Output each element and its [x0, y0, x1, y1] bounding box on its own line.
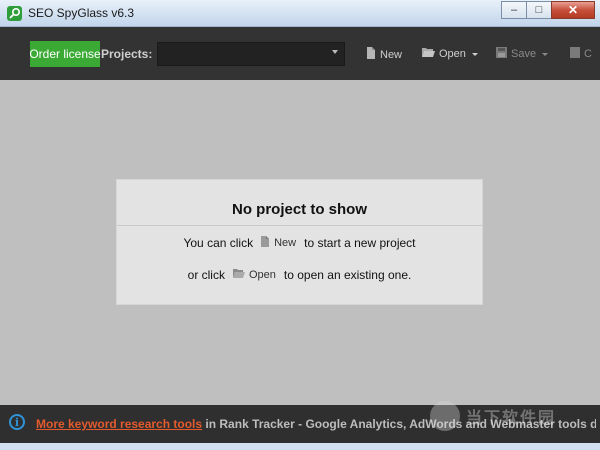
folder-open-icon [422, 47, 435, 61]
empty-state-line-open: or click Open to open an existing one. [117, 268, 482, 282]
inline-open-label: Open [248, 269, 276, 281]
window-bottom-border [0, 443, 600, 450]
inline-open-button[interactable]: Open [232, 268, 276, 282]
title-bar: SEO SpyGlass v6.3 – □ ✕ [0, 0, 600, 27]
divider [117, 225, 482, 226]
close-project-label: C [584, 48, 592, 60]
new-button-label: New [380, 48, 403, 61]
watermark-circle-icon [430, 401, 460, 431]
window-title: SEO SpyGlass v6.3 [28, 6, 135, 20]
close-button[interactable]: ✕ [551, 1, 595, 19]
inline-new-button[interactable]: New [261, 236, 296, 250]
chevron-down-icon [332, 50, 338, 54]
line2-prefix: or click [187, 268, 225, 282]
info-icon: i [9, 414, 25, 430]
inline-new-label: New [274, 237, 297, 249]
new-project-button[interactable]: New [366, 47, 402, 62]
save-button-label: Save [511, 48, 537, 60]
empty-state-panel: No project to show You can click New to … [117, 180, 482, 304]
window-controls: – □ ✕ [501, 1, 595, 20]
save-project-button[interactable]: Save [496, 47, 549, 61]
projects-dropdown[interactable] [157, 42, 345, 66]
close-project-button[interactable]: C [570, 47, 592, 61]
watermark-text: 当下软件园 [466, 410, 557, 427]
app-logo-icon [7, 6, 22, 21]
minimize-button[interactable]: – [501, 1, 527, 19]
empty-state-line-new: You can click New to start a new project [117, 236, 482, 250]
open-button-label: Open [439, 48, 466, 60]
empty-state-title: No project to show [232, 201, 367, 218]
watermark-logo: 当下软件园 [430, 395, 580, 437]
order-license-button[interactable]: Order license [29, 41, 101, 67]
line1-suffix: to start a new project [304, 236, 416, 250]
close-project-icon [570, 47, 580, 61]
save-disk-icon [496, 47, 507, 61]
line2-suffix: to open an existing one. [283, 268, 412, 282]
open-dropdown-caret-icon[interactable] [471, 52, 478, 56]
save-dropdown-caret-icon[interactable] [542, 52, 549, 56]
maximize-button[interactable]: □ [526, 1, 552, 19]
new-file-icon [366, 47, 376, 62]
projects-label: Projects: [101, 47, 153, 61]
folder-open-icon [232, 268, 245, 282]
main-toolbar: Order license Projects: New Open Save C [0, 27, 600, 80]
new-file-icon [261, 236, 270, 250]
line1-prefix: You can click [183, 236, 254, 250]
open-project-button[interactable]: Open [422, 47, 478, 61]
keyword-tools-link[interactable]: More keyword research tools [36, 417, 202, 431]
